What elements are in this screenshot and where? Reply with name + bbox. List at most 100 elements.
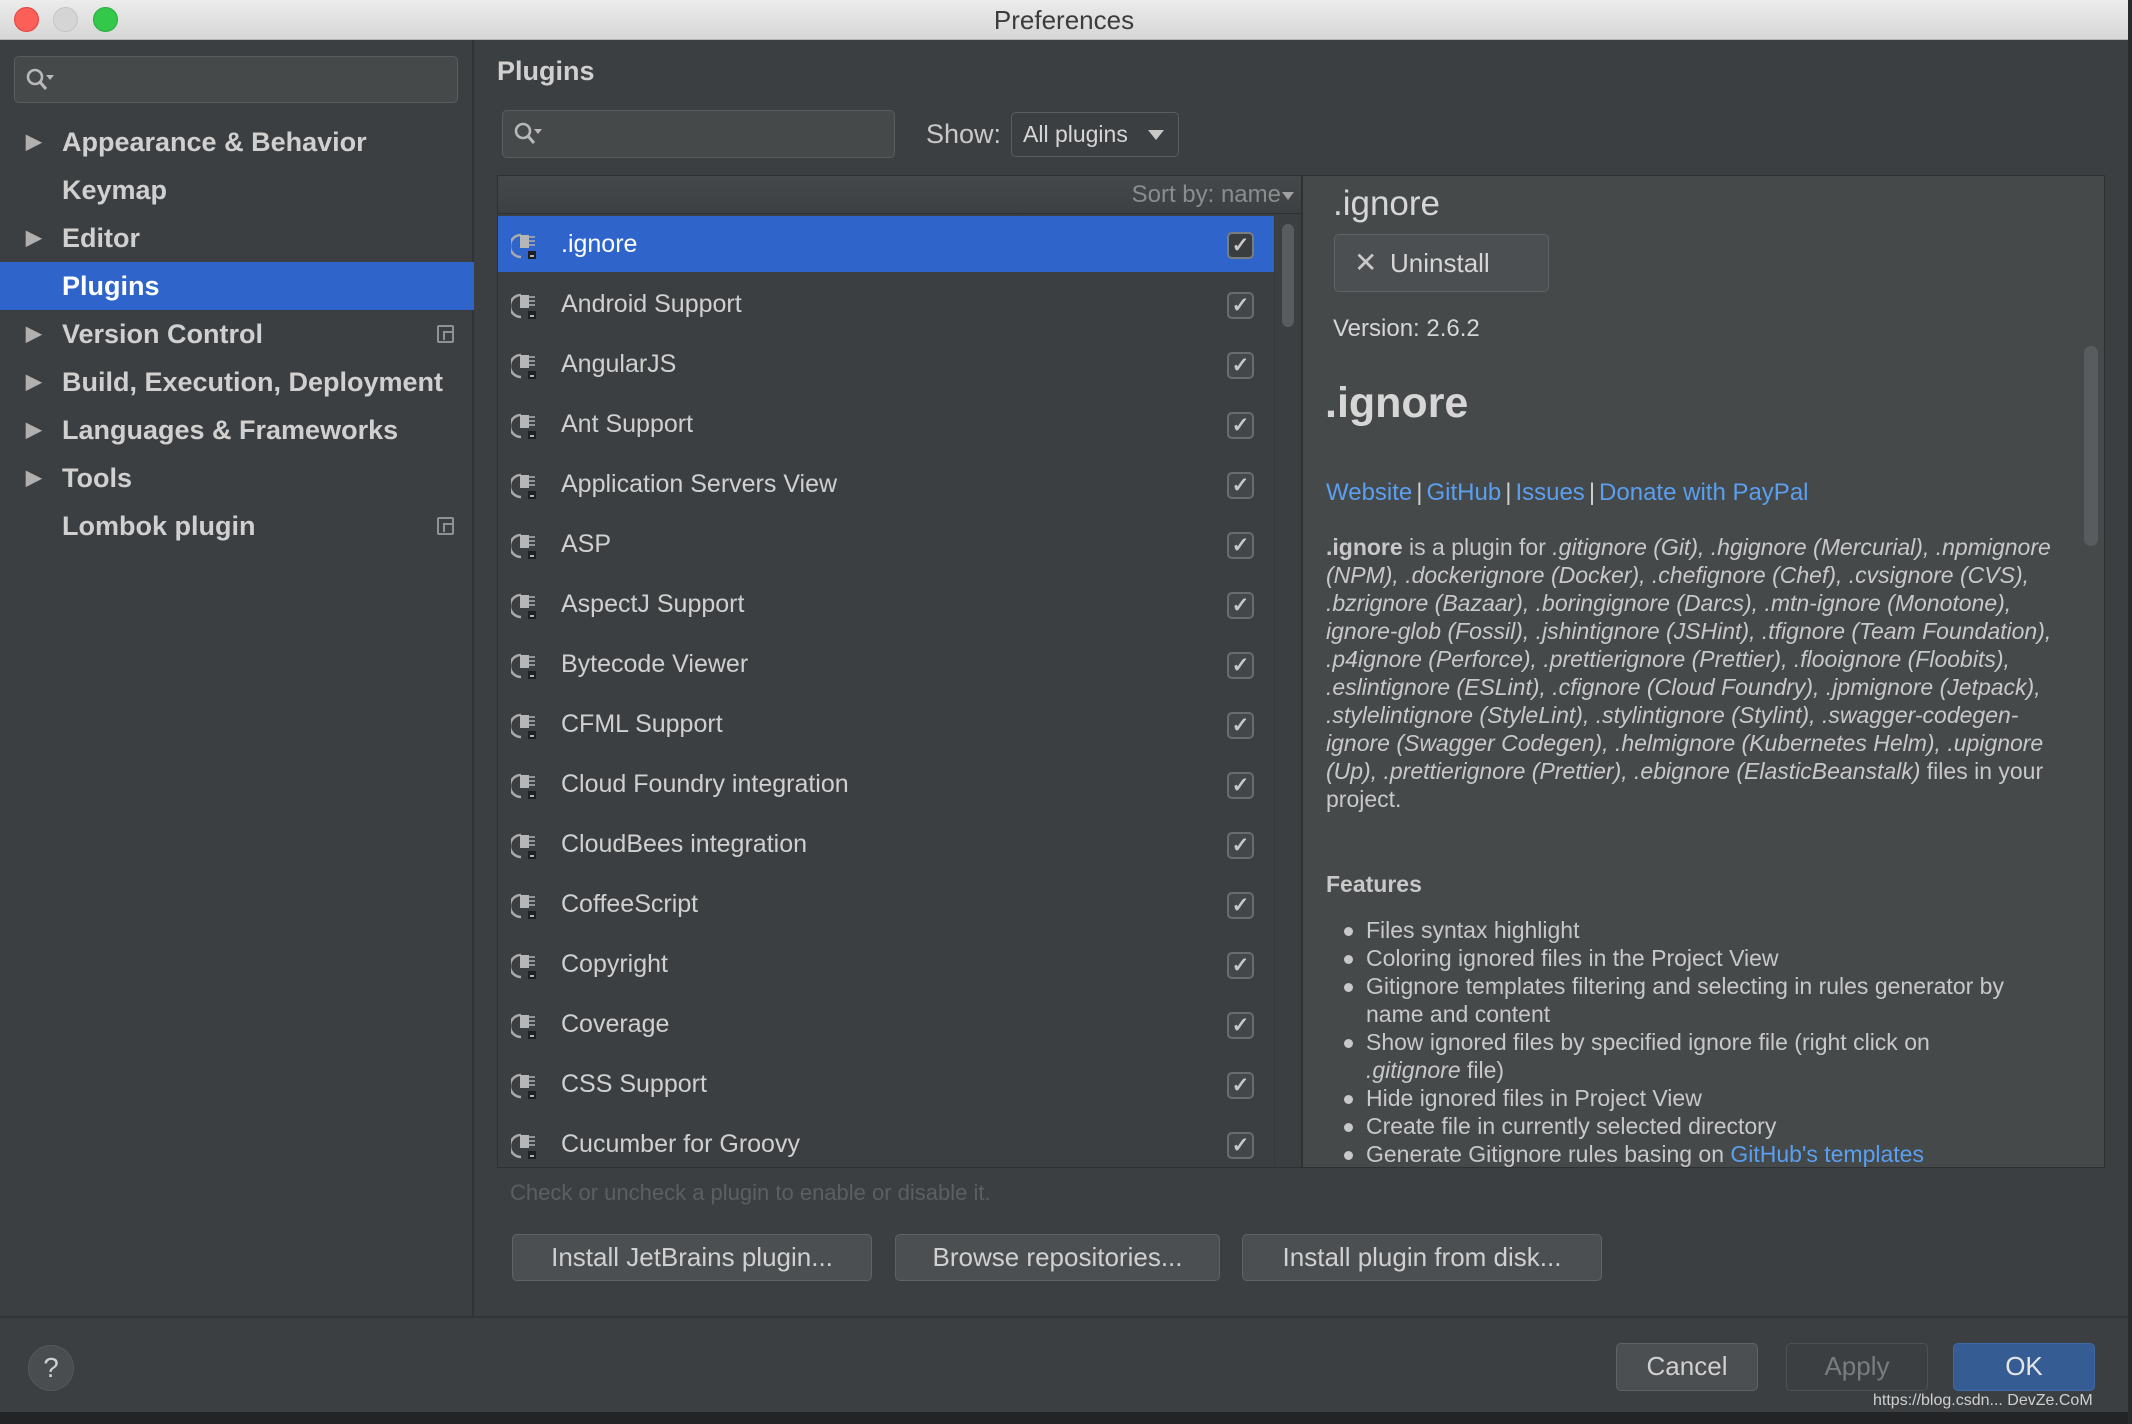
project-level-icon (437, 325, 454, 343)
uninstall-button[interactable]: ✕ Uninstall (1334, 234, 1549, 292)
expand-arrow-icon[interactable]: ▶ (26, 406, 41, 454)
plugin-icon (508, 952, 541, 980)
title-bar: Preferences (0, 0, 2128, 40)
plugin-enabled-checkbox[interactable]: ✓ (1227, 1132, 1254, 1159)
expand-arrow-icon[interactable]: ▶ (26, 454, 41, 502)
sidebar-item-appearance-behavior[interactable]: ▶ Appearance & Behavior (0, 118, 474, 166)
plugin-rows: .ignore ✓ Android Support ✓ AngularJS ✓ Ant Su… (498, 214, 1274, 1167)
plugin-name: AspectJ Support (561, 590, 745, 618)
plugin-enabled-checkbox[interactable]: ✓ (1227, 592, 1254, 619)
sidebar-item-tools[interactable]: ▶ Tools (0, 454, 474, 502)
settings-search-input[interactable] (14, 56, 458, 103)
plugin-row[interactable]: AngularJS ✓ (498, 336, 1274, 396)
feature-text: Generate Gitignore rules basing on (1366, 1141, 1731, 1167)
ok-button[interactable]: OK (1953, 1343, 2095, 1391)
sort-caret-icon (1282, 192, 1294, 200)
sort-by-dropdown[interactable]: Sort by: name (1132, 181, 1281, 209)
plugin-enabled-checkbox[interactable]: ✓ (1227, 712, 1254, 739)
plugin-enabled-checkbox[interactable]: ✓ (1227, 832, 1254, 859)
plugin-row[interactable]: CloudBees integration ✓ (498, 816, 1274, 876)
plugin-name: Cucumber for Groovy (561, 1130, 800, 1158)
plugin-row[interactable]: .ignore ✓ (498, 216, 1274, 272)
project-level-icon (437, 517, 454, 535)
link-github[interactable]: GitHub (1427, 479, 1502, 506)
plugin-row[interactable]: Application Servers View ✓ (498, 456, 1274, 516)
link-issues[interactable]: Issues (1515, 479, 1584, 506)
show-filter-dropdown[interactable]: All plugins (1011, 112, 1179, 157)
plugin-search-input[interactable] (502, 110, 895, 158)
plugin-icon (508, 292, 541, 320)
help-button[interactable]: ? (28, 1345, 74, 1391)
sidebar-item-label: Editor (62, 223, 140, 253)
expand-arrow-icon[interactable]: ▶ (26, 358, 41, 406)
link-separator: | (1416, 479, 1423, 506)
feature-item: Coloring ignored files in the Project Vi… (1326, 944, 2066, 972)
sidebar-item-editor[interactable]: ▶ Editor (0, 214, 474, 262)
plugin-enabled-checkbox[interactable]: ✓ (1227, 232, 1254, 259)
link-website[interactable]: Website (1326, 479, 1412, 506)
plugin-row[interactable]: Ant Support ✓ (498, 396, 1274, 456)
sidebar-item-label: Keymap (62, 175, 168, 205)
plugin-enabled-checkbox[interactable]: ✓ (1227, 892, 1254, 919)
plugin-list-scrollbar[interactable] (1274, 214, 1301, 1167)
sidebar-item-label: Plugins (62, 271, 160, 301)
details-scroll-thumb[interactable] (2084, 346, 2098, 546)
plugin-row[interactable]: Copyright ✓ (498, 936, 1274, 996)
link-donate-with-paypal[interactable]: Donate with PayPal (1599, 479, 1808, 506)
plugin-row[interactable]: Bytecode Viewer ✓ (498, 636, 1274, 696)
sidebar-item-label: Tools (62, 463, 132, 493)
plugin-enabled-checkbox[interactable]: ✓ (1227, 352, 1254, 379)
sidebar-item-version-control[interactable]: ▶ Version Control (0, 310, 474, 358)
sidebar-item-lombok-plugin[interactable]: Lombok plugin (0, 502, 474, 550)
plugin-enabled-checkbox[interactable]: ✓ (1227, 1012, 1254, 1039)
plugin-row[interactable]: Cucumber for Groovy ✓ (498, 1116, 1274, 1167)
plugin-icon (508, 712, 541, 740)
plugin-enabled-checkbox[interactable]: ✓ (1227, 1072, 1254, 1099)
sidebar-item-languages-frameworks[interactable]: ▶ Languages & Frameworks (0, 406, 474, 454)
feature-item: Create file in currently selected direct… (1326, 1112, 2066, 1140)
chevron-down-icon (1148, 130, 1164, 140)
plugin-list-scroll-thumb[interactable] (1282, 224, 1294, 327)
install-from-disk-button[interactable]: Install plugin from disk... (1242, 1234, 1602, 1281)
expand-arrow-icon[interactable]: ▶ (26, 118, 41, 166)
close-icon: ✕ (1354, 247, 1378, 278)
browse-repositories-button[interactable]: Browse repositories... (895, 1234, 1220, 1281)
sidebar-item-label: Appearance & Behavior (62, 127, 367, 157)
sidebar-item-keymap[interactable]: Keymap (0, 166, 474, 214)
plugin-row[interactable]: CFML Support ✓ (498, 696, 1274, 756)
plugin-enabled-checkbox[interactable]: ✓ (1227, 952, 1254, 979)
plugin-enabled-checkbox[interactable]: ✓ (1227, 292, 1254, 319)
plugin-row[interactable]: CoffeeScript ✓ (498, 876, 1274, 936)
expand-arrow-icon[interactable]: ▶ (26, 214, 41, 262)
plugin-row[interactable]: ASP ✓ (498, 516, 1274, 576)
plugin-name: Application Servers View (561, 470, 838, 498)
plugin-row[interactable]: CSS Support ✓ (498, 1056, 1274, 1116)
plugin-name: AngularJS (561, 350, 677, 378)
plugin-enabled-checkbox[interactable]: ✓ (1227, 472, 1254, 499)
plugin-enabled-checkbox[interactable]: ✓ (1227, 772, 1254, 799)
plugin-enabled-checkbox[interactable]: ✓ (1227, 532, 1254, 559)
sidebar-item-build-execution-deployment[interactable]: ▶ Build, Execution, Deployment (0, 358, 474, 406)
install-jetbrains-plugin-button[interactable]: Install JetBrains plugin... (512, 1234, 872, 1281)
plugin-version: Version: 2.6.2 (1333, 315, 1480, 342)
plugin-name: Android Support (561, 290, 742, 318)
apply-button[interactable]: Apply (1786, 1343, 1928, 1391)
sidebar-item-plugins[interactable]: Plugins (0, 262, 474, 310)
description-file-types: .gitignore (Git), .hgignore (Mercurial),… (1326, 534, 2052, 784)
feature-item: Hide ignored files in Project View (1326, 1084, 2066, 1112)
plugin-row[interactable]: AspectJ Support ✓ (498, 576, 1274, 636)
plugin-icon (508, 232, 541, 260)
github-templates-link[interactable]: GitHub's templates (1730, 1141, 1924, 1167)
plugin-enabled-checkbox[interactable]: ✓ (1227, 652, 1254, 679)
show-filter-value: All plugins (1023, 121, 1128, 147)
plugin-links: Website | GitHub | Issues | Donate with PayPal (1326, 479, 1809, 507)
plugin-row[interactable]: Android Support ✓ (498, 276, 1274, 336)
plugin-row[interactable]: Cloud Foundry integration ✓ (498, 756, 1274, 816)
plugin-icon (508, 1132, 541, 1160)
cancel-button[interactable]: Cancel (1616, 1343, 1758, 1391)
plugin-enabled-checkbox[interactable]: ✓ (1227, 412, 1254, 439)
expand-arrow-icon[interactable]: ▶ (26, 310, 41, 358)
link-separator: | (1588, 479, 1596, 506)
plugin-row[interactable]: Coverage ✓ (498, 996, 1274, 1056)
plugin-name: .ignore (561, 230, 638, 258)
